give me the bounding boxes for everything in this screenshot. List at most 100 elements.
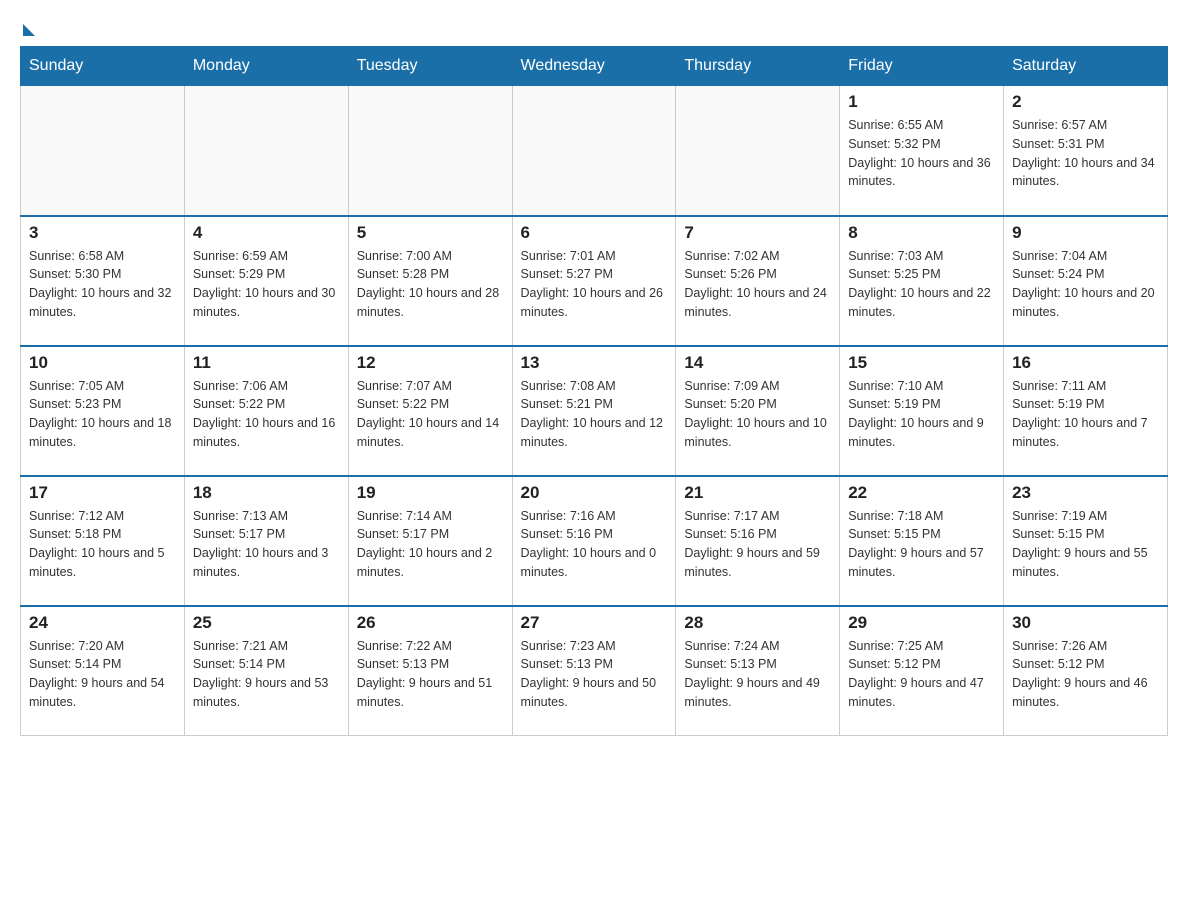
calendar-cell: 7 Sunrise: 7:02 AM Sunset: 5:26 PM Daylig… <box>676 216 840 346</box>
day-number: 9 <box>1012 223 1159 243</box>
day-number: 2 <box>1012 92 1159 112</box>
header-row: SundayMondayTuesdayWednesdayThursdayFrid… <box>21 47 1168 86</box>
day-info: Sunrise: 7:14 AM Sunset: 5:17 PM Dayligh… <box>357 507 504 582</box>
day-number: 18 <box>193 483 340 503</box>
day-of-week-header: Friday <box>840 47 1004 86</box>
day-of-week-header: Tuesday <box>348 47 512 86</box>
day-number: 7 <box>684 223 831 243</box>
calendar-cell: 16 Sunrise: 7:11 AM Sunset: 5:19 PM Dayli… <box>1004 346 1168 476</box>
calendar-cell: 21Sunrise: 7:17 AM Sunset: 5:16 PM Dayli… <box>676 476 840 606</box>
day-info: Sunrise: 6:59 AM Sunset: 5:29 PM Dayligh… <box>193 247 340 322</box>
day-info: Sunrise: 7:00 AM Sunset: 5:28 PM Dayligh… <box>357 247 504 322</box>
day-number: 12 <box>357 353 504 373</box>
calendar-cell: 13Sunrise: 7:08 AM Sunset: 5:21 PM Dayli… <box>512 346 676 476</box>
day-info: Sunrise: 6:55 AM Sunset: 5:32 PM Dayligh… <box>848 116 995 191</box>
calendar-cell: 22 Sunrise: 7:18 AM Sunset: 5:15 PM Dayli… <box>840 476 1004 606</box>
calendar-cell: 6Sunrise: 7:01 AM Sunset: 5:27 PM Daylig… <box>512 216 676 346</box>
day-of-week-header: Sunday <box>21 47 185 86</box>
calendar-week-row: 1 Sunrise: 6:55 AM Sunset: 5:32 PM Daylig… <box>21 86 1168 216</box>
day-info: Sunrise: 7:23 AM Sunset: 5:13 PM Dayligh… <box>521 637 668 712</box>
calendar-week-row: 3Sunrise: 6:58 AM Sunset: 5:30 PM Daylig… <box>21 216 1168 346</box>
calendar-cell <box>676 86 840 216</box>
calendar-cell: 20 Sunrise: 7:16 AM Sunset: 5:16 PM Dayli… <box>512 476 676 606</box>
calendar-cell: 8 Sunrise: 7:03 AM Sunset: 5:25 PM Daylig… <box>840 216 1004 346</box>
day-number: 16 <box>1012 353 1159 373</box>
day-number: 25 <box>193 613 340 633</box>
day-number: 11 <box>193 353 340 373</box>
day-number: 23 <box>1012 483 1159 503</box>
day-info: Sunrise: 7:18 AM Sunset: 5:15 PM Dayligh… <box>848 507 995 582</box>
calendar-table: SundayMondayTuesdayWednesdayThursdayFrid… <box>20 46 1168 736</box>
calendar-week-row: 24 Sunrise: 7:20 AM Sunset: 5:14 PM Dayli… <box>21 606 1168 736</box>
day-info: Sunrise: 7:19 AM Sunset: 5:15 PM Dayligh… <box>1012 507 1159 582</box>
calendar-cell: 4 Sunrise: 6:59 AM Sunset: 5:29 PM Daylig… <box>184 216 348 346</box>
day-info: Sunrise: 7:24 AM Sunset: 5:13 PM Dayligh… <box>684 637 831 712</box>
day-info: Sunrise: 7:12 AM Sunset: 5:18 PM Dayligh… <box>29 507 176 582</box>
day-number: 10 <box>29 353 176 373</box>
calendar-cell <box>348 86 512 216</box>
calendar-cell: 24 Sunrise: 7:20 AM Sunset: 5:14 PM Dayli… <box>21 606 185 736</box>
day-number: 17 <box>29 483 176 503</box>
day-number: 28 <box>684 613 831 633</box>
calendar-cell: 9 Sunrise: 7:04 AM Sunset: 5:24 PM Daylig… <box>1004 216 1168 346</box>
calendar-cell: 30 Sunrise: 7:26 AM Sunset: 5:12 PM Dayli… <box>1004 606 1168 736</box>
calendar-cell: 12 Sunrise: 7:07 AM Sunset: 5:22 PM Dayli… <box>348 346 512 476</box>
day-info: Sunrise: 6:58 AM Sunset: 5:30 PM Dayligh… <box>29 247 176 322</box>
day-info: Sunrise: 7:21 AM Sunset: 5:14 PM Dayligh… <box>193 637 340 712</box>
day-number: 14 <box>684 353 831 373</box>
day-info: Sunrise: 7:09 AM Sunset: 5:20 PM Dayligh… <box>684 377 831 452</box>
day-info: Sunrise: 7:04 AM Sunset: 5:24 PM Dayligh… <box>1012 247 1159 322</box>
day-info: Sunrise: 7:13 AM Sunset: 5:17 PM Dayligh… <box>193 507 340 582</box>
day-number: 15 <box>848 353 995 373</box>
day-number: 19 <box>357 483 504 503</box>
day-number: 6 <box>521 223 668 243</box>
day-info: Sunrise: 7:06 AM Sunset: 5:22 PM Dayligh… <box>193 377 340 452</box>
day-number: 8 <box>848 223 995 243</box>
day-info: Sunrise: 7:02 AM Sunset: 5:26 PM Dayligh… <box>684 247 831 322</box>
day-info: Sunrise: 7:08 AM Sunset: 5:21 PM Dayligh… <box>521 377 668 452</box>
calendar-cell: 17 Sunrise: 7:12 AM Sunset: 5:18 PM Dayli… <box>21 476 185 606</box>
calendar-cell: 3Sunrise: 6:58 AM Sunset: 5:30 PM Daylig… <box>21 216 185 346</box>
calendar-week-row: 10Sunrise: 7:05 AM Sunset: 5:23 PM Dayli… <box>21 346 1168 476</box>
day-of-week-header: Wednesday <box>512 47 676 86</box>
day-info: Sunrise: 7:26 AM Sunset: 5:12 PM Dayligh… <box>1012 637 1159 712</box>
day-info: Sunrise: 7:25 AM Sunset: 5:12 PM Dayligh… <box>848 637 995 712</box>
day-of-week-header: Saturday <box>1004 47 1168 86</box>
day-number: 5 <box>357 223 504 243</box>
calendar-cell <box>512 86 676 216</box>
calendar-cell <box>184 86 348 216</box>
calendar-cell: 18 Sunrise: 7:13 AM Sunset: 5:17 PM Dayli… <box>184 476 348 606</box>
day-number: 4 <box>193 223 340 243</box>
day-number: 24 <box>29 613 176 633</box>
day-info: Sunrise: 7:22 AM Sunset: 5:13 PM Dayligh… <box>357 637 504 712</box>
calendar-cell: 28 Sunrise: 7:24 AM Sunset: 5:13 PM Dayli… <box>676 606 840 736</box>
day-number: 29 <box>848 613 995 633</box>
logo-arrow-icon <box>23 24 35 36</box>
day-info: Sunrise: 7:03 AM Sunset: 5:25 PM Dayligh… <box>848 247 995 322</box>
calendar-cell: 19 Sunrise: 7:14 AM Sunset: 5:17 PM Dayli… <box>348 476 512 606</box>
day-number: 27 <box>521 613 668 633</box>
day-of-week-header: Thursday <box>676 47 840 86</box>
calendar-cell <box>21 86 185 216</box>
day-number: 30 <box>1012 613 1159 633</box>
day-number: 20 <box>521 483 668 503</box>
day-info: Sunrise: 6:57 AM Sunset: 5:31 PM Dayligh… <box>1012 116 1159 191</box>
calendar-cell: 27 Sunrise: 7:23 AM Sunset: 5:13 PM Dayli… <box>512 606 676 736</box>
calendar-week-row: 17 Sunrise: 7:12 AM Sunset: 5:18 PM Dayli… <box>21 476 1168 606</box>
calendar-cell: 11 Sunrise: 7:06 AM Sunset: 5:22 PM Dayli… <box>184 346 348 476</box>
day-info: Sunrise: 7:11 AM Sunset: 5:19 PM Dayligh… <box>1012 377 1159 452</box>
calendar-cell: 5 Sunrise: 7:00 AM Sunset: 5:28 PM Daylig… <box>348 216 512 346</box>
day-number: 1 <box>848 92 995 112</box>
day-info: Sunrise: 7:20 AM Sunset: 5:14 PM Dayligh… <box>29 637 176 712</box>
calendar-cell: 26Sunrise: 7:22 AM Sunset: 5:13 PM Dayli… <box>348 606 512 736</box>
day-info: Sunrise: 7:16 AM Sunset: 5:16 PM Dayligh… <box>521 507 668 582</box>
calendar-cell: 23 Sunrise: 7:19 AM Sunset: 5:15 PM Dayli… <box>1004 476 1168 606</box>
calendar-cell: 29 Sunrise: 7:25 AM Sunset: 5:12 PM Dayli… <box>840 606 1004 736</box>
day-number: 22 <box>848 483 995 503</box>
calendar-cell: 25 Sunrise: 7:21 AM Sunset: 5:14 PM Dayli… <box>184 606 348 736</box>
calendar-cell: 14 Sunrise: 7:09 AM Sunset: 5:20 PM Dayli… <box>676 346 840 476</box>
day-number: 21 <box>684 483 831 503</box>
day-info: Sunrise: 7:07 AM Sunset: 5:22 PM Dayligh… <box>357 377 504 452</box>
day-info: Sunrise: 7:10 AM Sunset: 5:19 PM Dayligh… <box>848 377 995 452</box>
calendar-cell: 10Sunrise: 7:05 AM Sunset: 5:23 PM Dayli… <box>21 346 185 476</box>
